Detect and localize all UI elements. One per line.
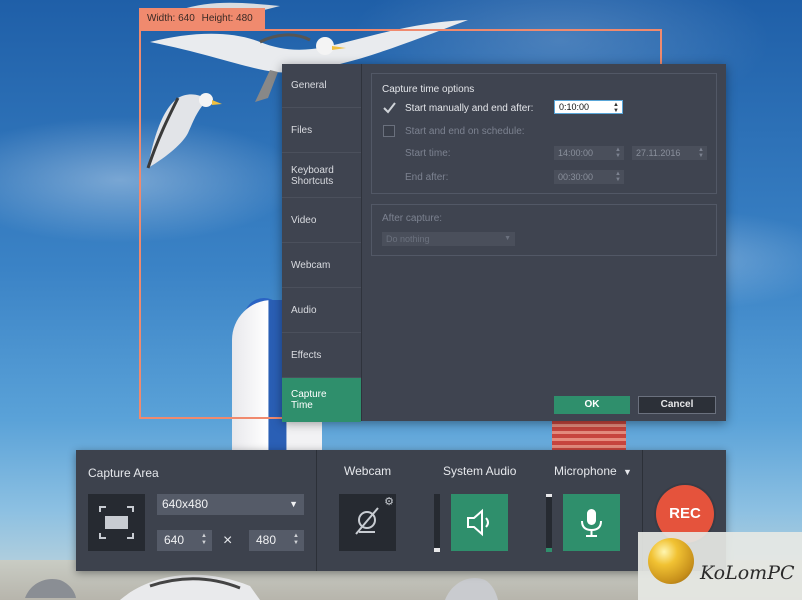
nav-item-label: Keyboard Shortcuts bbox=[291, 164, 334, 187]
start-date-value: 27.11.2016 bbox=[636, 148, 681, 158]
height-input[interactable]: 480 ▲ ▼ bbox=[249, 530, 304, 551]
microphone-label: Microphone bbox=[554, 464, 617, 478]
manual-duration-value: 0:10:00 bbox=[559, 102, 590, 112]
ok-button[interactable]: OK bbox=[554, 396, 630, 414]
resolution-select[interactable]: 640x480 ▼ bbox=[157, 494, 304, 515]
microphone-title[interactable]: Microphone ▼ bbox=[554, 464, 632, 478]
nav-item-label: Capture Time bbox=[291, 389, 327, 411]
end-after-input[interactable]: 00:30:00 ▲ ▼ bbox=[554, 170, 624, 184]
cancel-button[interactable]: Cancel bbox=[638, 396, 716, 414]
watermark-text: KoLomPC bbox=[700, 562, 795, 584]
microphone-toggle-button[interactable] bbox=[563, 494, 620, 551]
spin-arrows-icon[interactable]: ▲ ▼ bbox=[698, 147, 704, 159]
times-sign: × bbox=[223, 532, 233, 549]
nav-item-files[interactable]: Files bbox=[282, 109, 361, 153]
seagull-image bbox=[445, 578, 498, 600]
chevron-down-icon: ▼ bbox=[289, 499, 298, 509]
resolution-value: 640x480 bbox=[162, 497, 209, 511]
manual-checkbox[interactable] bbox=[383, 102, 396, 114]
system-audio-toggle-button[interactable] bbox=[451, 494, 508, 551]
nav-item-general[interactable]: General bbox=[282, 64, 361, 108]
chevron-down-icon: ▼ bbox=[504, 235, 511, 242]
nav-item-label: Webcam bbox=[291, 260, 331, 271]
after-capture-value: Do nothing bbox=[386, 234, 430, 244]
webcam-title: Webcam bbox=[344, 464, 392, 478]
watermark-logo: KoLomPC bbox=[638, 532, 802, 600]
spin-arrows-icon[interactable]: ▲ ▼ bbox=[615, 171, 621, 183]
nav-item-label: Effects bbox=[291, 350, 322, 361]
capture-area-icon bbox=[99, 506, 134, 539]
seagull-image bbox=[25, 578, 76, 598]
group-title: Capture time options bbox=[382, 84, 475, 95]
start-date-input[interactable]: 27.11.2016 ▲ ▼ bbox=[632, 146, 707, 160]
capture-size-label: Width: 640 Height: 480 bbox=[139, 8, 265, 29]
capture-width-text: Width: 640 bbox=[147, 13, 195, 24]
schedule-label: Start and end on schedule: bbox=[405, 126, 525, 137]
manual-duration-input[interactable]: 0:10:00 ▲ ▼ bbox=[554, 100, 623, 114]
end-after-label: End after: bbox=[405, 172, 449, 183]
microphone-icon bbox=[581, 509, 602, 537]
start-time-label: Start time: bbox=[405, 148, 451, 159]
manual-label: Start manually and end after: bbox=[405, 103, 534, 114]
speaker-icon bbox=[467, 508, 489, 537]
seagull-image bbox=[120, 574, 260, 600]
after-capture-select[interactable]: Do nothing ▼ bbox=[382, 232, 515, 246]
chevron-down-icon[interactable]: ▼ bbox=[623, 467, 632, 477]
capture-area-button[interactable] bbox=[88, 494, 145, 551]
start-time-value: 14:00:00 bbox=[558, 148, 594, 158]
schedule-checkbox[interactable] bbox=[383, 125, 395, 137]
settings-content: Capture time options Start manually and … bbox=[362, 64, 726, 421]
gear-icon[interactable]: ⚙ bbox=[382, 495, 396, 509]
nav-item-label: General bbox=[291, 80, 327, 91]
capture-time-options-group: Capture time options Start manually and … bbox=[371, 73, 717, 194]
end-after-value: 00:30:00 bbox=[558, 172, 594, 182]
capture-height-text: Height: 480 bbox=[201, 13, 253, 24]
nav-item-video[interactable]: Video bbox=[282, 199, 361, 243]
spin-arrows-icon[interactable]: ▲ ▼ bbox=[293, 533, 299, 547]
group-title: After capture: bbox=[382, 213, 443, 224]
nav-item-audio[interactable]: Audio bbox=[282, 289, 361, 333]
spin-arrows-icon[interactable]: ▲ ▼ bbox=[615, 147, 621, 159]
watermark-ball-icon bbox=[648, 538, 694, 584]
checkmark-icon bbox=[383, 102, 396, 114]
nav-item-label: Files bbox=[291, 125, 313, 136]
after-capture-group: After capture: Do nothing ▼ bbox=[371, 204, 717, 256]
microphone-level-meter bbox=[546, 494, 552, 552]
spin-arrows-icon[interactable]: ▲ ▼ bbox=[613, 102, 619, 114]
nav-item-capture-time[interactable]: Capture Time bbox=[282, 378, 361, 422]
toolbar-divider bbox=[316, 450, 317, 571]
width-value: 640 bbox=[164, 533, 185, 547]
height-value: 480 bbox=[256, 533, 277, 547]
nav-item-label: Video bbox=[291, 215, 317, 226]
nav-item-webcam[interactable]: Webcam bbox=[282, 244, 361, 288]
nav-item-keyboard-shortcuts[interactable]: Keyboard Shortcuts bbox=[282, 154, 361, 198]
settings-nav: General Files Keyboard Shortcuts Video W… bbox=[282, 64, 362, 422]
width-input[interactable]: 640 ▲ ▼ bbox=[157, 530, 212, 551]
capture-area-title: Capture Area bbox=[88, 466, 159, 480]
striped-towel bbox=[552, 420, 626, 450]
nav-item-label: Audio bbox=[291, 305, 317, 316]
settings-dialog: General Files Keyboard Shortcuts Video W… bbox=[282, 64, 726, 422]
spin-arrows-icon[interactable]: ▲ ▼ bbox=[201, 533, 207, 547]
start-time-input[interactable]: 14:00:00 ▲ ▼ bbox=[554, 146, 624, 160]
system-audio-title: System Audio bbox=[443, 464, 517, 478]
nav-item-effects[interactable]: Effects bbox=[282, 334, 361, 378]
recorder-toolbar: Capture Area 640x480 ▼ 640 ▲ ▼ × 480 ▲ ▼ W… bbox=[76, 450, 726, 571]
system-audio-level-meter bbox=[434, 494, 440, 552]
